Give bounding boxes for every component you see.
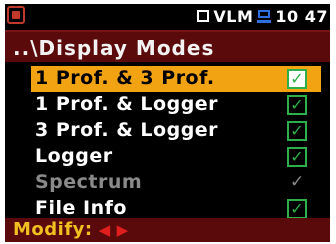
- checkbox-checked-icon[interactable]: ✓: [287, 199, 307, 219]
- check-icon: ✓: [290, 147, 304, 166]
- mode-text: VLM: [213, 6, 254, 26]
- list-item-1prof-logger[interactable]: 1 Prof. & Logger ✓: [5, 92, 330, 118]
- record-stop-icon: [7, 6, 25, 24]
- list-item-label: 3 Prof. & Logger: [35, 119, 219, 141]
- clock-time: 10 47: [275, 6, 328, 26]
- usb-monitor-icon-base: [257, 20, 272, 23]
- device-screen: VLM 10 47 ..\Display Modes 1 Prof. & 3 P…: [5, 4, 330, 242]
- record-stop-icon-inner: [12, 11, 20, 19]
- title-bar: ..\Display Modes: [5, 30, 330, 62]
- checkbox-checked-icon[interactable]: ✓: [287, 147, 307, 167]
- check-disabled-icon: ✓: [290, 172, 305, 192]
- arrow-left-icon: ◀: [98, 220, 111, 239]
- list-item-3prof-logger[interactable]: 3 Prof. & Logger ✓: [5, 118, 330, 144]
- list-item-1prof-3prof[interactable]: 1 Prof. & 3 Prof. ✓: [31, 66, 321, 92]
- status-bar: VLM 10 47: [5, 4, 330, 30]
- checkbox-checked-icon[interactable]: ✓: [287, 69, 307, 89]
- list-item-label: Logger: [35, 145, 113, 167]
- list-item-label: 1 Prof. & Logger: [35, 93, 219, 115]
- check-icon: ✓: [290, 199, 304, 218]
- page-title: ..\Display Modes: [13, 36, 215, 60]
- arrow-right-icon: ▶: [116, 220, 129, 239]
- usb-monitor-icon: [257, 9, 272, 23]
- check-icon: ✓: [290, 121, 304, 140]
- list-item-label: Spectrum: [35, 171, 143, 193]
- list-item-label: 1 Prof. & 3 Prof.: [35, 67, 215, 89]
- display-modes-list: 1 Prof. & 3 Prof. ✓ 1 Prof. & Logger ✓ 3…: [5, 66, 330, 222]
- checkbox-checked-icon[interactable]: ✓: [287, 121, 307, 141]
- status-right-group: VLM 10 47: [197, 5, 328, 27]
- checkbox-checked-icon[interactable]: ✓: [287, 95, 307, 115]
- check-icon: ✓: [290, 95, 304, 114]
- footer-hint-bar: Modify: ◀ ▶: [5, 218, 330, 242]
- list-item-logger[interactable]: Logger ✓: [5, 144, 330, 170]
- square-outline-icon: [197, 10, 210, 22]
- check-icon: ✓: [290, 69, 304, 88]
- usb-monitor-icon-top: [258, 10, 271, 18]
- footer-hint: Modify: ◀ ▶: [13, 219, 129, 240]
- list-item-label: File Info: [35, 197, 127, 219]
- device-frame: VLM 10 47 ..\Display Modes 1 Prof. & 3 P…: [0, 0, 336, 244]
- footer-label: Modify:: [13, 219, 93, 240]
- list-item-spectrum: Spectrum ✓: [5, 170, 330, 196]
